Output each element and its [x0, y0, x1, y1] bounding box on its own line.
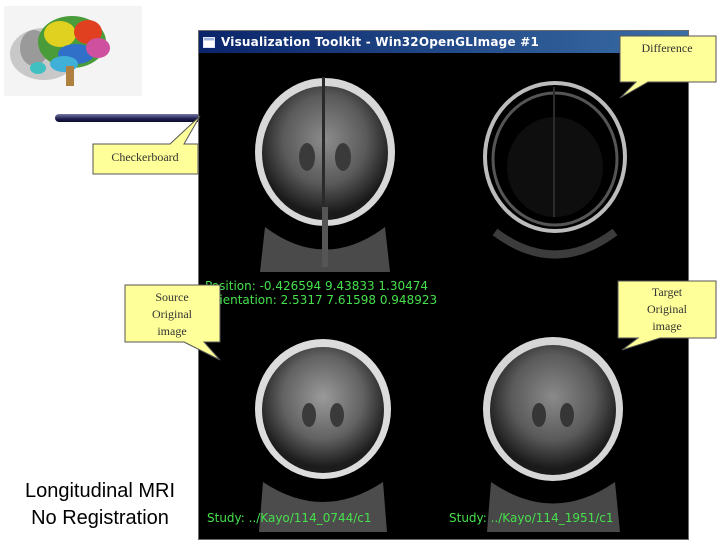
caption-line-1: Longitudinal MRI: [24, 480, 176, 502]
window-icon[interactable]: [203, 36, 215, 48]
checkerboard-view[interactable]: [205, 57, 445, 297]
window-title: Visualization Toolkit - Win32OpenGLImage…: [221, 35, 539, 49]
source-view[interactable]: [205, 297, 445, 537]
target-callout-text: Target Original image: [647, 285, 687, 333]
mri-viewport[interactable]: Position: -0.426594 9.43833 1.30474 Orie…: [205, 57, 685, 537]
difference-callout-text: Difference: [641, 41, 693, 55]
caption-line-2: No Registration: [31, 507, 169, 529]
target-callout: Target Original image: [616, 280, 718, 352]
checkerboard-callout: Checkerboard: [92, 114, 204, 176]
slide-caption: Longitudinal MRI No Registration: [0, 478, 200, 532]
study-label-right: Study: ../Kayo/114_1951/c1: [449, 511, 614, 525]
brain-logo-icon: [4, 6, 142, 96]
source-callout: Source Original image: [124, 284, 224, 362]
position-readout: Position: -0.426594 9.43833 1.30474: [205, 279, 429, 293]
orientation-readout: Orientation: 2.5317 7.61598 0.948923: [205, 293, 438, 307]
difference-callout: Difference: [618, 34, 718, 104]
checkerboard-callout-text: Checkerboard: [111, 150, 179, 164]
window-title-bar[interactable]: Visualization Toolkit - Win32OpenGLImage…: [199, 31, 688, 53]
study-label-left: Study: ../Kayo/114_0744/c1: [207, 511, 372, 525]
source-callout-text: Source Original image: [152, 290, 192, 338]
